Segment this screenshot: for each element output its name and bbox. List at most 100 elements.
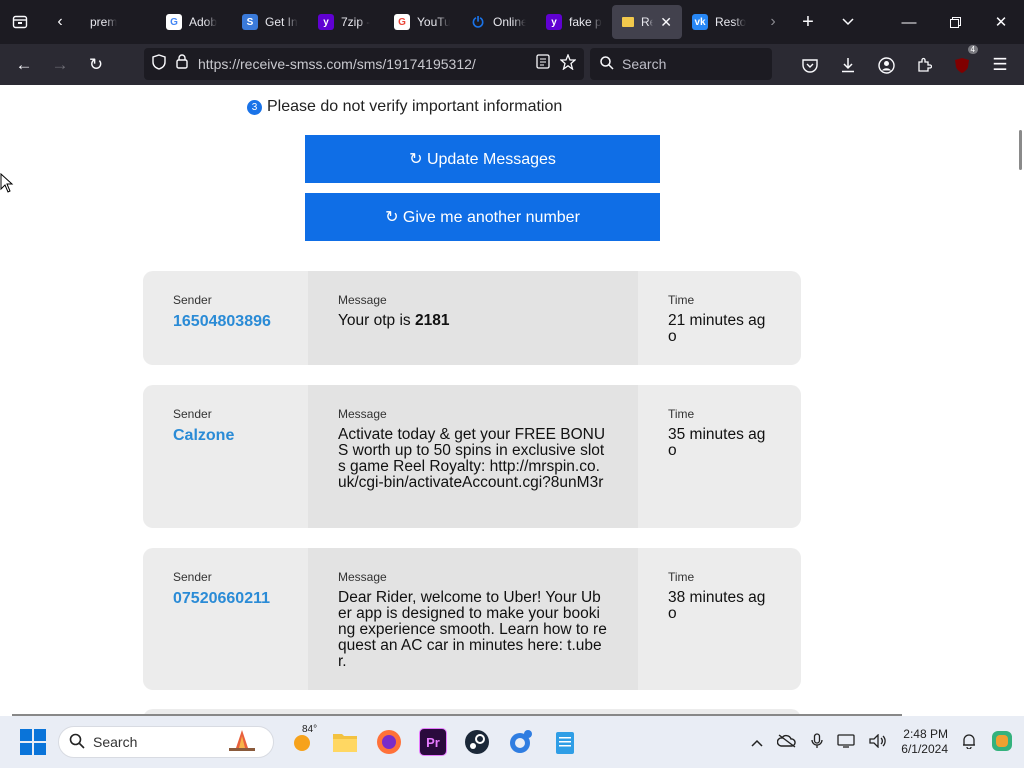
- menu-hamburger-icon[interactable]: ☰: [982, 47, 1018, 83]
- extension-badge: 4: [967, 45, 978, 54]
- message-body: Activate today & get your FREE BONUS wor…: [338, 426, 606, 491]
- new-tab-icon[interactable]: +: [788, 0, 828, 44]
- time-column: Time 35 minutes ago: [638, 385, 801, 528]
- tab-label: YouTu: [417, 15, 450, 29]
- clock[interactable]: 2:48 PM 6/1/2024: [901, 727, 948, 757]
- time-column: Time 38 minutes ago: [638, 548, 801, 690]
- time-label: Time: [668, 293, 695, 307]
- lock-icon[interactable]: [176, 54, 188, 74]
- message-body: Your otp is: [338, 312, 415, 329]
- reader-view-icon[interactable]: [536, 54, 550, 74]
- onedrive-icon[interactable]: [777, 733, 797, 751]
- search-placeholder: Search: [622, 56, 667, 72]
- google-icon: G: [166, 14, 182, 30]
- update-messages-button[interactable]: ↻ Update Messages: [305, 135, 660, 183]
- extensions-icon[interactable]: [906, 47, 942, 83]
- tab-resto[interactable]: vk Resto: [682, 5, 758, 39]
- bookmark-star-icon[interactable]: [559, 52, 577, 75]
- message-label: Message: [338, 293, 387, 307]
- info-number-icon: 3: [247, 99, 262, 115]
- message-body: Dear Rider, welcome to Uber! Your Uber a…: [338, 589, 607, 670]
- message-label: Message: [338, 407, 387, 421]
- tab-fake[interactable]: y fake p: [536, 5, 612, 39]
- url-text[interactable]: https://receive-smss.com/sms/19174195312…: [198, 56, 526, 72]
- sender-link[interactable]: Calzone: [173, 427, 308, 445]
- tab-prem[interactable]: prem: [80, 5, 156, 39]
- reload-icon[interactable]: ↻: [78, 47, 114, 83]
- message-column: Message Activate today & get your FREE B…: [308, 385, 638, 528]
- close-tab-icon[interactable]: ✕: [660, 14, 672, 31]
- ublock-icon[interactable]: 4: [944, 45, 980, 83]
- account-icon[interactable]: [868, 47, 904, 83]
- navigation-toolbar: ← → ↻ https://receive-smss.com/sms/19174…: [0, 44, 1024, 85]
- flag-icon: [622, 17, 634, 27]
- notepad-icon[interactable]: [551, 728, 579, 756]
- page-content: 3 Please do not verify important informa…: [0, 85, 1024, 716]
- scrollbar-thumb[interactable]: [1019, 130, 1022, 170]
- tracking-protection-icon[interactable]: [152, 53, 166, 75]
- volume-icon[interactable]: [869, 732, 887, 751]
- minimize-icon[interactable]: —: [886, 0, 932, 44]
- tab-youtube[interactable]: G YouTu: [384, 5, 460, 39]
- message-column: Message Your otp is 2181: [308, 271, 638, 365]
- copilot-app-icon[interactable]: [507, 728, 535, 756]
- tab-get-in[interactable]: S Get In: [232, 5, 308, 39]
- steam-icon[interactable]: [463, 728, 491, 756]
- list-all-tabs-icon[interactable]: [828, 0, 868, 44]
- system-tray: 2:48 PM 6/1/2024: [751, 716, 1024, 768]
- microphone-icon[interactable]: [811, 732, 823, 752]
- search-bar[interactable]: Search: [590, 48, 772, 80]
- sender-column: Sender 16504803896: [143, 271, 308, 365]
- pocket-icon[interactable]: [792, 47, 828, 83]
- time-text: 38 minutes ago: [668, 589, 766, 622]
- tab-label: 7zip -: [341, 15, 371, 29]
- firefox-view-icon[interactable]: [0, 0, 40, 44]
- tab-online[interactable]: ⏻ Online: [460, 5, 536, 39]
- network-icon[interactable]: [837, 733, 855, 751]
- scroll-tabs-right-icon[interactable]: ›: [758, 0, 788, 44]
- vertical-scrollbar[interactable]: [1016, 85, 1024, 716]
- tab-adobe[interactable]: G Adob: [156, 5, 232, 39]
- premiere-pro-icon[interactable]: Pr: [419, 728, 447, 756]
- google-icon: G: [394, 14, 410, 30]
- sender-label: Sender: [173, 570, 212, 584]
- tab-receive-sms-active[interactable]: Rec ✕: [612, 5, 682, 39]
- message-label: Message: [338, 570, 387, 584]
- campfire-icon: [221, 728, 263, 757]
- address-bar[interactable]: https://receive-smss.com/sms/19174195312…: [144, 48, 584, 80]
- sender-link[interactable]: 07520660211: [173, 590, 308, 608]
- search-icon: [69, 733, 85, 752]
- message-text: Your otp is 2181: [338, 313, 608, 329]
- vk-icon: vk: [692, 14, 708, 30]
- tab-label: fake p: [569, 15, 602, 29]
- info-line: 3 Please do not verify important informa…: [247, 98, 562, 116]
- another-number-button[interactable]: ↻ Give me another number: [305, 193, 660, 241]
- downloads-icon[interactable]: [830, 47, 866, 83]
- clock-time: 2:48 PM: [903, 727, 948, 741]
- copilot-icon[interactable]: [990, 729, 1014, 756]
- scroll-tabs-left-icon[interactable]: ‹: [40, 0, 80, 44]
- message-text: Dear Rider, welcome to Uber! Your Uber a…: [338, 590, 608, 670]
- forward-icon[interactable]: →: [42, 47, 78, 83]
- notification-bell-icon[interactable]: [962, 733, 976, 752]
- message-row: Sender 16504803896 Message Your otp is 2…: [143, 271, 801, 365]
- message-text: Activate today & get your FREE BONUS wor…: [338, 427, 608, 491]
- tab-7zip[interactable]: y 7zip -: [308, 5, 384, 39]
- tab-label: Adob: [189, 15, 218, 29]
- taskbar-search[interactable]: Search: [58, 726, 274, 758]
- tab-strip: ‹ prem G Adob S Get In y 7zip - G YouTu …: [0, 0, 1024, 44]
- windows-start-icon[interactable]: [20, 729, 46, 755]
- close-window-icon[interactable]: ✕: [978, 0, 1024, 44]
- otp-code: 2181: [414, 312, 450, 329]
- search-icon: [600, 55, 614, 73]
- restore-icon[interactable]: [932, 0, 978, 44]
- message-row: Sender Calzone Message Activate today & …: [143, 385, 801, 528]
- file-explorer-icon[interactable]: [331, 728, 359, 756]
- show-hidden-icons-icon[interactable]: [751, 735, 763, 750]
- time-column: Time 21 minutes ago: [638, 271, 801, 365]
- sender-label: Sender: [173, 407, 212, 421]
- time-label: Time: [668, 570, 695, 584]
- back-icon[interactable]: ←: [6, 47, 42, 83]
- firefox-icon[interactable]: [375, 728, 403, 756]
- sender-link[interactable]: 16504803896: [173, 313, 308, 331]
